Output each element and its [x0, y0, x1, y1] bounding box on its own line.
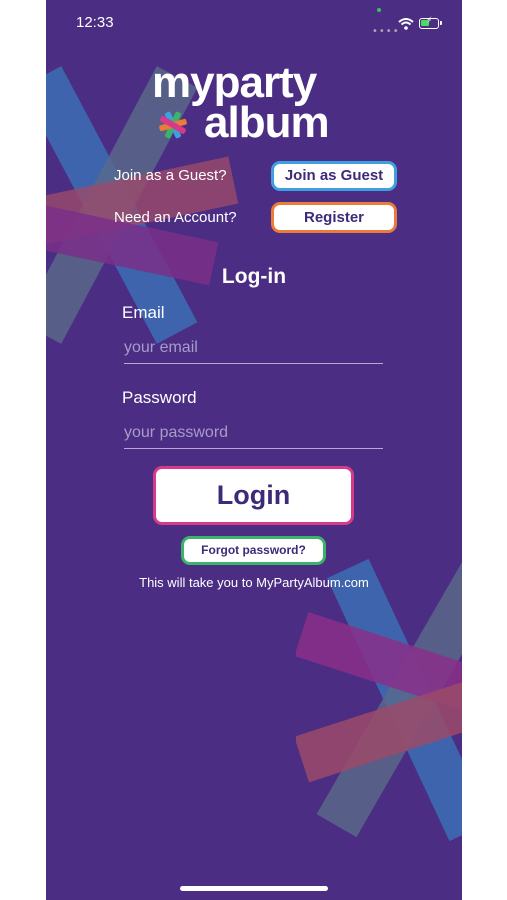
logo-text-bottom: album [204, 98, 330, 147]
join-as-guest-button[interactable]: Join as Guest [271, 161, 397, 191]
mic-indicator-dot [377, 8, 381, 12]
signal-icon: •••• [372, 26, 400, 37]
register-prompt-label: Need an Account? [114, 209, 237, 226]
email-label: Email [122, 303, 165, 322]
forgot-password-button[interactable]: Forgot password? [181, 536, 326, 565]
register-button[interactable]: Register [271, 202, 397, 233]
email-field[interactable] [124, 333, 383, 364]
login-button[interactable]: Login [153, 466, 354, 525]
status-time: 12:33 [76, 14, 114, 31]
password-label: Password [122, 388, 197, 407]
decorative-asterisk-bottom [296, 558, 462, 842]
home-indicator[interactable] [180, 886, 328, 891]
logo-asterisk-icon [159, 111, 187, 139]
login-heading: Log-in [221, 265, 287, 288]
redirect-note: This will take you to MyPartyAlbum.com [139, 575, 369, 590]
wifi-icon [398, 18, 414, 30]
password-field[interactable] [124, 418, 383, 449]
app-screen: 12:33 •••• ⚡ myparty album Join as a Gue… [46, 0, 462, 900]
battery-charging-icon: ⚡ [419, 16, 442, 29]
guest-prompt-label: Join as a Guest? [114, 167, 227, 184]
